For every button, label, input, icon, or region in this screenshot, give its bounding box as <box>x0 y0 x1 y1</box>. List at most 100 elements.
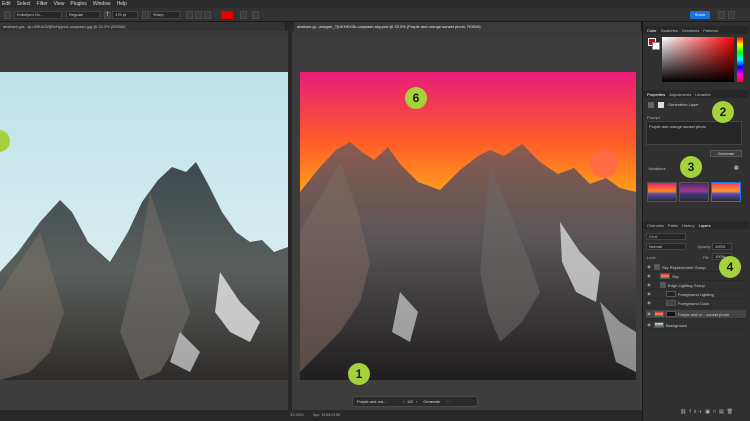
antialias-select[interactable]: Sharp <box>150 11 180 19</box>
options-bar: Kobeljum Oc... Regular T 170 pt Sharp Sh… <box>0 8 750 22</box>
visibility-eye-icon[interactable]: ◉ <box>646 264 652 270</box>
variation-thumb-1[interactable] <box>647 182 677 202</box>
color-panel-tabs: Color Swatches Gradients Patterns <box>643 26 749 34</box>
right-mountain-image[interactable] <box>300 72 636 380</box>
layer-thumbnail <box>660 273 670 279</box>
layer-row[interactable]: ◉ Foreground Lighting <box>646 290 746 299</box>
visibility-eye-icon[interactable]: ◉ <box>646 322 652 328</box>
text-color-swatch[interactable] <box>221 11 233 19</box>
tab-gradients[interactable]: Gradients <box>682 28 699 33</box>
tab-left-document[interactable]: abstract-gra...tp-uf3KAOWjRzHyjou4-unspl… <box>0 22 286 31</box>
tab-libraries[interactable]: Libraries <box>695 92 710 97</box>
align-left-icon[interactable] <box>186 11 193 19</box>
ctx-prev-icon[interactable]: ‹ <box>403 399 404 404</box>
ctx-generate-button[interactable]: Generate <box>423 399 440 404</box>
opacity-field[interactable]: 100% <box>712 243 732 250</box>
warp-text-icon[interactable] <box>240 11 247 19</box>
layer-name: Foreground Lighting <box>678 291 714 297</box>
status-bar: 33.33% 3px: 3150/2100 <box>290 411 642 419</box>
align-right-icon[interactable] <box>204 11 211 19</box>
tab-properties[interactable]: Properties <box>647 92 665 97</box>
ctx-prompt-field[interactable]: Purple and ora... <box>357 399 399 404</box>
properties-panel-tabs: Properties Adjustments Libraries <box>643 90 749 98</box>
variations-label: Variations <box>648 166 666 171</box>
lock-label: Lock: <box>647 255 657 260</box>
layer-filter-kind[interactable]: Kind <box>646 233 686 240</box>
hue-slider[interactable] <box>737 37 743 82</box>
tab-swatches[interactable]: Swatches <box>661 28 678 33</box>
layer-row[interactable]: ◉ Edge Lighting Group <box>646 281 746 290</box>
tab-right-document[interactable]: abstract-gr...aelpper_TjUKHKX3k-unsplash… <box>294 22 642 31</box>
menu-view[interactable]: View <box>54 1 65 7</box>
font-size-select[interactable]: 170 pt <box>112 11 138 19</box>
layer-name: Foreground Color <box>678 300 710 306</box>
layer-mask-thumbnail <box>666 311 676 317</box>
menu-window[interactable]: Window <box>93 1 111 7</box>
menu-edit[interactable]: Edit <box>2 1 11 7</box>
tab-history[interactable]: History <box>682 223 694 228</box>
ctx-next-icon[interactable]: › <box>416 399 417 404</box>
layer-thumbnail <box>666 291 676 297</box>
generative-layer-title: Generative Layer <box>668 102 699 107</box>
left-mountain-image[interactable] <box>0 72 288 380</box>
tab-paths[interactable]: Paths <box>668 223 678 228</box>
status-doc-size: 3px: 3150/2100 <box>312 412 341 417</box>
layer-name: Background <box>666 322 688 328</box>
layer-row-selected[interactable]: ◉ Purple and or... sunset photo <box>646 310 746 319</box>
menu-plugins[interactable]: Plugins <box>70 1 86 7</box>
layer-thumbnail <box>654 322 664 328</box>
callout-badge: 1 <box>348 363 370 385</box>
workspace-icon[interactable] <box>728 11 735 19</box>
character-panel-icon[interactable] <box>252 11 259 19</box>
search-icon[interactable] <box>718 11 725 19</box>
visibility-eye-icon[interactable]: ◉ <box>646 282 652 288</box>
layer-name: Sky Replacement Group <box>662 264 706 270</box>
share-button[interactable]: Share <box>690 11 710 19</box>
menu-help[interactable]: Help <box>117 1 127 7</box>
font-family-select[interactable]: Kobeljum Oc... <box>14 11 62 19</box>
folder-icon <box>660 282 666 288</box>
contextual-task-bar: Purple and ora... ‹ 3/3 › Generate ··· <box>352 396 478 407</box>
layer-row[interactable]: ◉ Background <box>646 321 746 330</box>
layers-footer-icons[interactable]: ⛓fx◐▣□▤🗑 <box>680 409 744 415</box>
tab-adjustments[interactable]: Adjustments <box>669 92 691 97</box>
visibility-eye-icon[interactable]: ◉ <box>646 300 652 306</box>
prompt-label: Prompt <box>647 115 660 120</box>
background-color-swatch[interactable] <box>652 42 660 50</box>
generative-layer-icon <box>648 102 654 108</box>
tab-patterns[interactable]: Patterns <box>703 28 718 33</box>
variation-thumb-2[interactable] <box>679 182 709 202</box>
prompt-textarea[interactable]: Purple and orange sunset photo <box>646 121 742 145</box>
ctx-more-button[interactable]: ··· <box>446 399 450 404</box>
blend-mode-select[interactable]: Normal <box>646 243 686 250</box>
visibility-eye-icon[interactable]: ◉ <box>646 311 652 317</box>
variation-thumb-3[interactable] <box>711 182 741 202</box>
layer-thumbnail <box>654 311 664 317</box>
tool-preset-icon[interactable] <box>4 11 11 19</box>
antialias-icon <box>142 11 149 19</box>
callout-badge: 2 <box>712 101 734 123</box>
callout-badge: 6 <box>405 87 427 109</box>
folder-icon <box>654 264 660 270</box>
status-zoom: 33.33% <box>290 412 304 417</box>
font-style-select[interactable]: Regular <box>66 11 100 19</box>
menu-select[interactable]: Select <box>17 1 31 7</box>
callout-badge: 3 <box>680 156 702 178</box>
grid-view-icon[interactable]: ▦ <box>734 165 740 171</box>
visibility-eye-icon[interactable]: ◉ <box>646 273 652 279</box>
layer-name: Edge Lighting Group <box>668 282 705 288</box>
mask-icon <box>658 102 664 108</box>
opacity-label: Opacity: <box>697 244 712 249</box>
font-size-icon: T <box>104 11 111 19</box>
visibility-eye-icon[interactable]: ◉ <box>646 291 652 297</box>
color-picker-field[interactable] <box>662 37 734 82</box>
layer-row[interactable]: ◉ Foreground Color <box>646 299 746 308</box>
align-center-icon[interactable] <box>195 11 202 19</box>
menu-filter[interactable]: Filter <box>37 1 48 7</box>
generate-button[interactable]: Generate <box>710 150 742 157</box>
fill-label: Fill: <box>703 255 710 260</box>
tab-channels[interactable]: Channels <box>647 223 664 228</box>
layer-thumbnail <box>666 300 676 306</box>
tab-color[interactable]: Color <box>647 28 657 33</box>
tab-layers[interactable]: Layers <box>699 223 711 228</box>
